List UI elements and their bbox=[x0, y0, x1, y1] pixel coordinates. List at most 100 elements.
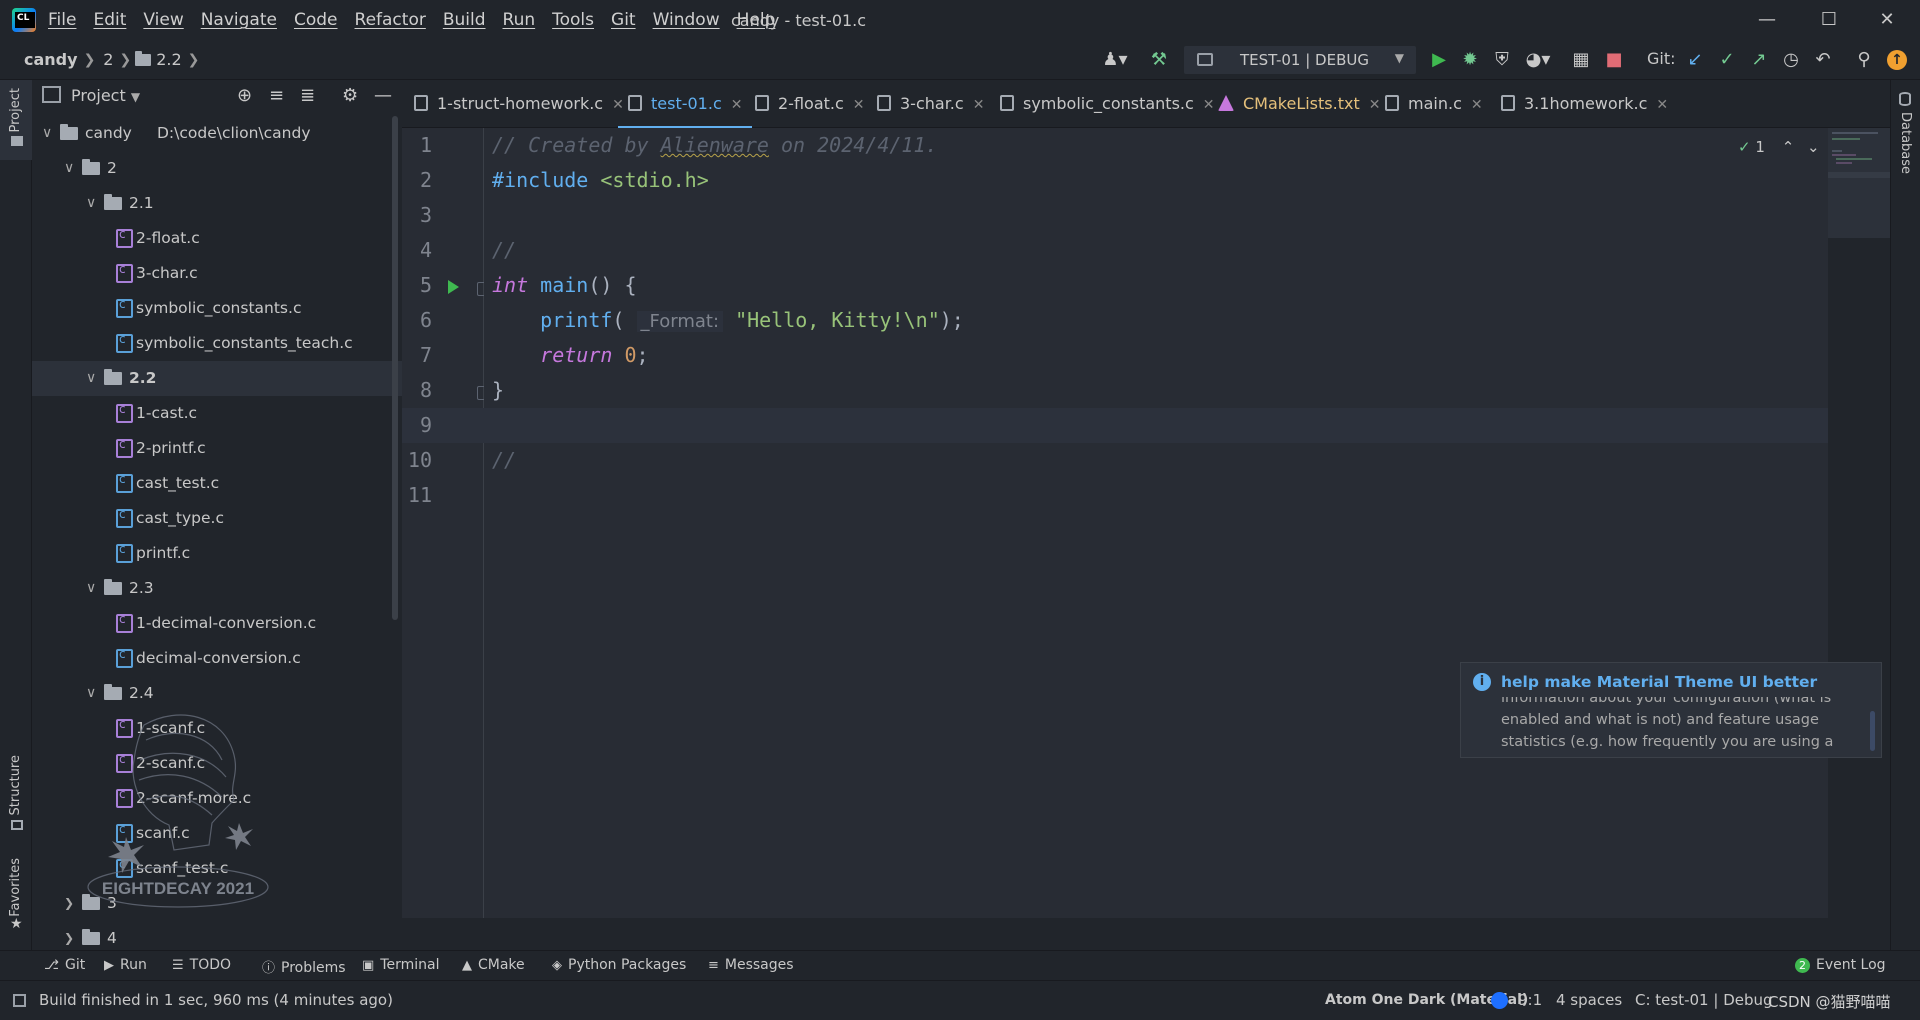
chevron-down-icon[interactable]: ∨ bbox=[64, 151, 74, 186]
breadcrumb-item-2-2[interactable]: 2.2 bbox=[156, 50, 181, 69]
hide-panel-icon[interactable]: — bbox=[374, 85, 392, 106]
tool-window-cmake[interactable]: ▲CMake bbox=[462, 957, 525, 973]
maximize-icon[interactable]: ☐ bbox=[1814, 6, 1844, 34]
close-tab-icon[interactable]: ✕ bbox=[1471, 97, 1483, 113]
minimize-icon[interactable]: — bbox=[1752, 6, 1782, 34]
locate-icon[interactable]: ⊕ bbox=[237, 85, 252, 106]
close-tab-icon[interactable]: ✕ bbox=[853, 97, 865, 113]
close-tab-icon[interactable]: ✕ bbox=[731, 97, 743, 113]
caret-position[interactable]: 9:1 bbox=[1518, 991, 1542, 1009]
profile-icon[interactable]: ◕▾ bbox=[1520, 49, 1556, 71]
minimap[interactable] bbox=[1828, 128, 1890, 238]
editor-tab[interactable]: test-01.c✕ bbox=[628, 80, 742, 128]
tree-file[interactable]: 2-printf.c bbox=[32, 431, 402, 466]
theme-color-icon[interactable] bbox=[1491, 992, 1508, 1009]
run-gutter-icon[interactable] bbox=[448, 280, 459, 294]
close-tab-icon[interactable]: ✕ bbox=[973, 97, 985, 113]
git-push-icon[interactable]: ↗ bbox=[1748, 49, 1770, 71]
chevron-down-icon[interactable]: ∨ bbox=[86, 186, 96, 221]
indent-setting[interactable]: 4 spaces bbox=[1556, 991, 1622, 1009]
menu-build[interactable]: Build bbox=[443, 10, 486, 30]
run-configuration-select[interactable]: TEST-01 | DEBUG ▼ bbox=[1184, 46, 1416, 74]
project-view-selector[interactable]: Project ▼ bbox=[42, 86, 140, 105]
notification-title[interactable]: help make Material Theme UI better bbox=[1501, 673, 1817, 691]
menu-view[interactable]: View bbox=[143, 10, 183, 30]
structure-tool-button[interactable]: Structure bbox=[8, 755, 23, 815]
menu-run[interactable]: Run bbox=[503, 10, 536, 30]
tree-file[interactable]: 1-cast.c bbox=[32, 396, 402, 431]
build-hammer-icon[interactable]: ⚒ bbox=[1148, 49, 1170, 71]
tool-window-todo[interactable]: ☰TODO bbox=[172, 957, 231, 973]
coverage-icon[interactable]: ⛨ bbox=[1491, 49, 1513, 71]
tool-window-messages[interactable]: ≡Messages bbox=[708, 957, 794, 973]
editor-tab[interactable]: 3.1homework.c✕ bbox=[1501, 80, 1668, 128]
prev-highlight-icon[interactable]: ⌃ bbox=[1782, 138, 1795, 156]
run-icon[interactable]: ▶ bbox=[1428, 49, 1450, 71]
toggle-tool-windows-icon[interactable] bbox=[13, 994, 26, 1007]
favorites-tool-button[interactable]: Favorites bbox=[8, 858, 23, 917]
chevron-right-icon[interactable]: ❯ bbox=[64, 886, 74, 921]
tool-window-terminal[interactable]: ▣Terminal bbox=[362, 957, 439, 973]
code-editor[interactable]: // Created by Alienware on 2024/4/11. #i… bbox=[484, 128, 1828, 918]
tool-window-problems[interactable]: ⓘProblems bbox=[262, 957, 346, 976]
menu-code[interactable]: Code bbox=[294, 10, 338, 30]
history-icon[interactable]: ◷ bbox=[1780, 49, 1802, 71]
editor-tab[interactable]: main.c✕ bbox=[1385, 80, 1483, 128]
menu-file[interactable]: File bbox=[48, 10, 76, 30]
chevron-down-icon[interactable]: ∨ bbox=[86, 361, 96, 396]
user-icon[interactable]: ♟▾ bbox=[1098, 49, 1132, 71]
tree-folder[interactable]: ∨2.3 bbox=[32, 571, 402, 606]
menu-edit[interactable]: Edit bbox=[93, 10, 126, 30]
tree-file[interactable]: 3-char.c bbox=[32, 256, 402, 291]
search-icon[interactable]: ⚲ bbox=[1853, 49, 1875, 71]
tree-folder[interactable]: ∨2.2 bbox=[32, 361, 402, 396]
editor-tab[interactable]: 2-float.c✕ bbox=[755, 80, 865, 128]
tree-file[interactable]: 1-decimal-conversion.c bbox=[32, 606, 402, 641]
tree-file[interactable]: decimal-conversion.c bbox=[32, 641, 402, 676]
notification-scrollbar[interactable] bbox=[1870, 711, 1875, 751]
tree-file[interactable]: printf.c bbox=[32, 536, 402, 571]
inspection-widget[interactable]: ✓ 1 ⌃ ⌄ bbox=[1738, 138, 1820, 156]
project-tool-button[interactable]: Project bbox=[8, 88, 23, 132]
close-tab-icon[interactable]: ✕ bbox=[1656, 97, 1668, 113]
build-status-message[interactable]: Build finished in 1 sec, 960 ms (4 minut… bbox=[39, 991, 393, 1009]
editor-tab[interactable]: 1-struct-homework.c✕ bbox=[414, 80, 624, 128]
tree-folder[interactable]: ∨candyD:\code\clion\candy bbox=[32, 116, 402, 151]
editor-tab[interactable]: symbolic_constants.c✕ bbox=[1000, 80, 1215, 128]
editor-tab[interactable]: CMakeLists.txt✕ bbox=[1218, 80, 1380, 128]
tree-file[interactable]: symbolic_constants.c bbox=[32, 291, 402, 326]
resolve-context[interactable]: C: test-01 | Debug bbox=[1635, 991, 1773, 1009]
menu-tools[interactable]: Tools bbox=[552, 10, 594, 30]
rollback-icon[interactable]: ↶ bbox=[1812, 49, 1834, 71]
close-tab-icon[interactable]: ✕ bbox=[1369, 97, 1381, 113]
tree-folder[interactable]: ∨2 bbox=[32, 151, 402, 186]
breadcrumb-root[interactable]: candy bbox=[24, 50, 78, 69]
menu-git[interactable]: Git bbox=[611, 10, 636, 30]
git-update-icon[interactable]: ↙ bbox=[1684, 49, 1706, 71]
debug-icon[interactable]: ✹ bbox=[1459, 49, 1481, 71]
database-tool-button[interactable]: Database bbox=[1898, 112, 1913, 174]
menu-navigate[interactable]: Navigate bbox=[201, 10, 277, 30]
close-window-icon[interactable]: ✕ bbox=[1872, 6, 1902, 34]
expand-all-icon[interactable]: ≡ bbox=[269, 85, 284, 106]
chevron-down-icon[interactable]: ∨ bbox=[86, 571, 96, 606]
tree-file[interactable]: cast_test.c bbox=[32, 466, 402, 501]
tool-window-run[interactable]: ▶Run bbox=[104, 957, 147, 973]
git-commit-icon[interactable]: ✓ bbox=[1716, 49, 1738, 71]
close-tab-icon[interactable]: ✕ bbox=[1203, 97, 1215, 113]
menu-window[interactable]: Window bbox=[653, 10, 720, 30]
editor-tab[interactable]: 3-char.c✕ bbox=[877, 80, 984, 128]
attach-icon[interactable]: ▦ bbox=[1570, 49, 1592, 71]
close-tab-icon[interactable]: ✕ bbox=[612, 97, 624, 113]
gear-icon[interactable]: ⚙ bbox=[342, 85, 358, 106]
menu-refactor[interactable]: Refactor bbox=[355, 10, 426, 30]
tree-folder[interactable]: ∨2.1 bbox=[32, 186, 402, 221]
update-icon[interactable]: ↑ bbox=[1887, 50, 1907, 70]
tool-window-python-packages[interactable]: ◈Python Packages bbox=[552, 957, 686, 973]
event-log-button[interactable]: 2Event Log bbox=[1795, 957, 1886, 973]
tree-file[interactable]: symbolic_constants_teach.c bbox=[32, 326, 402, 361]
notification-balloon[interactable]: i help make Material Theme UI better inf… bbox=[1460, 662, 1882, 758]
project-scrollbar[interactable] bbox=[392, 116, 398, 620]
breadcrumb-item-2[interactable]: 2 bbox=[103, 50, 113, 69]
stop-icon[interactable]: ■ bbox=[1603, 49, 1625, 71]
